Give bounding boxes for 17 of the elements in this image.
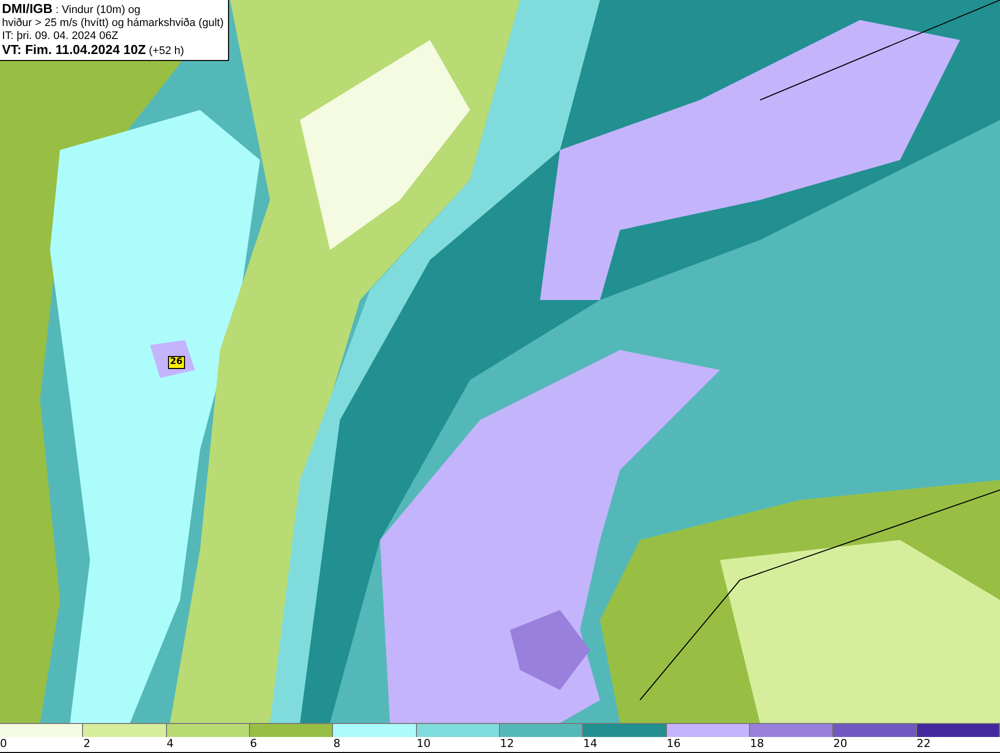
legend-label: 22	[916, 737, 931, 751]
issue-time: IT: þri. 09. 04. 2024 06Z	[2, 30, 120, 43]
chart-title: DMI/IGB : Vindur (10m) og	[2, 2, 142, 17]
chart-subtitle: hviður > 25 m/s (hvítt) og hámarkshviða (gult)	[2, 17, 224, 30]
legend-label: 6	[250, 737, 257, 751]
legend-label: 2	[83, 737, 90, 751]
valid-time: VT: Fim. 11.04.2024 10Z (+52 h)	[2, 43, 186, 58]
legend-label: 10	[416, 737, 431, 751]
legend-label: 8	[333, 737, 340, 751]
legend-label: 16	[666, 737, 681, 751]
legend-label: 20	[833, 737, 848, 751]
legend-label: 0	[0, 737, 7, 751]
legend-label: 14	[583, 737, 598, 751]
legend-label: 4	[166, 737, 174, 751]
gust-badge: 26	[168, 356, 185, 369]
legend-label: 12	[500, 737, 514, 751]
legend-label: 18	[750, 737, 764, 751]
